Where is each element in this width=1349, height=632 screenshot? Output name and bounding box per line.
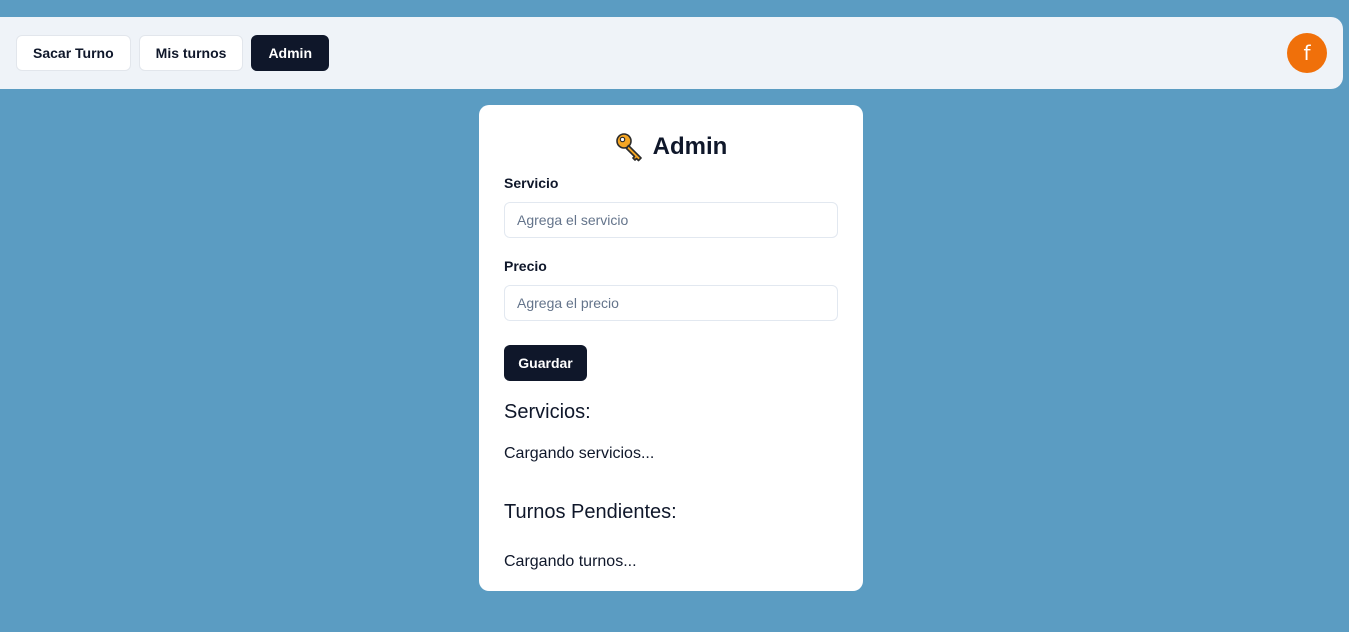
guardar-button[interactable]: Guardar — [504, 345, 587, 381]
page-title-text: Admin — [652, 133, 728, 160]
servicios-loading-text: Cargando servicios... — [504, 445, 655, 462]
servicio-input[interactable] — [504, 202, 838, 238]
nav-mis-turnos-button[interactable]: Mis turnos — [138, 35, 244, 71]
turnos-pendientes-heading: Turnos Pendientes: — [504, 501, 677, 523]
servicios-heading: Servicios: — [504, 401, 591, 423]
top-navbar: Sacar Turno Mis turnos Admin f — [0, 17, 1343, 89]
key-icon — [615, 133, 642, 162]
user-avatar[interactable]: f — [1287, 33, 1327, 73]
turnos-loading-text: Cargando turnos... — [504, 553, 637, 570]
servicio-label: Servicio — [504, 175, 559, 191]
admin-card: Admin Servicio Precio Guardar Servicios:… — [479, 105, 863, 591]
nav-sacar-turno-button[interactable]: Sacar Turno — [16, 35, 131, 71]
precio-input[interactable] — [504, 285, 838, 321]
nav-admin-button[interactable]: Admin — [251, 35, 329, 71]
precio-label: Precio — [504, 258, 547, 274]
page-title: Admin — [504, 131, 838, 163]
